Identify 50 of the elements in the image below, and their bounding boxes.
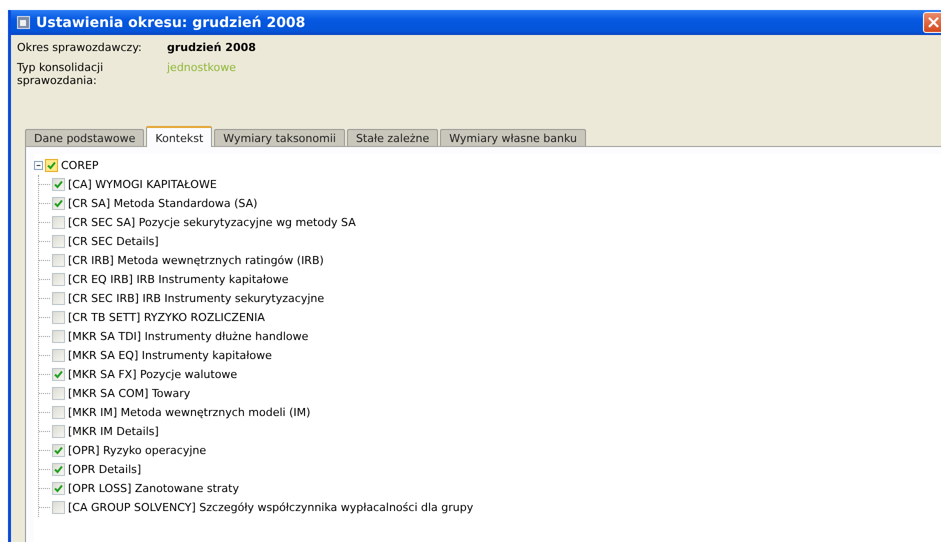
checkbox[interactable] <box>52 254 65 267</box>
checkbox[interactable] <box>52 463 65 476</box>
tree-item[interactable]: [CA GROUP SOLVENCY] Szczegóły współczynnika wypłacalności dla grupy <box>68 501 474 514</box>
field-value: grudzień 2008 <box>167 41 257 54</box>
tree-item[interactable]: [MKR IM Details] <box>68 425 159 438</box>
tab[interactable]: Dane podstawowe <box>25 129 144 146</box>
tree-item[interactable]: COREP <box>61 159 99 172</box>
checkbox[interactable] <box>52 235 65 248</box>
tree-item[interactable]: [CR IRB] Metoda wewnętrznych ratingów (IRB) <box>68 254 324 267</box>
tree-item[interactable]: [MKR IM] Metoda wewnętrznych modeli (IM) <box>68 406 310 419</box>
window-title: Ustawienia okresu: grudzień 2008 <box>36 14 306 30</box>
tree-item[interactable]: [OPR LOSS] Zanotowane straty <box>68 482 239 495</box>
collapse-icon[interactable] <box>34 161 43 170</box>
tab[interactable]: Wymiary własne banku <box>440 129 586 146</box>
checkbox[interactable] <box>52 501 65 514</box>
checkbox[interactable] <box>52 387 65 400</box>
tree-item[interactable]: [MKR SA COM] Towary <box>68 387 190 400</box>
tree-item[interactable]: [MKR SA EQ] Instrumenty kapitałowe <box>68 349 272 362</box>
tree-item[interactable]: [MKR SA TDI] Instrumenty dłużne handlowe <box>68 330 308 343</box>
checkbox[interactable] <box>52 197 65 210</box>
checkbox[interactable] <box>52 292 65 305</box>
tree-item[interactable]: [MKR SA FX] Pozycje walutowe <box>68 368 238 381</box>
tree-item[interactable]: [OPR] Ryzyko operacyjne <box>68 444 206 457</box>
checkbox[interactable] <box>52 311 65 324</box>
checkbox[interactable] <box>52 406 65 419</box>
tree-item[interactable]: [CA] WYMOGI KAPITAŁOWE <box>68 178 217 191</box>
tree-item[interactable]: [CR TB SETT] RYZYKO ROZLICZENIA <box>68 311 265 324</box>
checkbox[interactable] <box>52 349 65 362</box>
checkbox[interactable] <box>52 425 65 438</box>
checkbox[interactable] <box>52 273 65 286</box>
field-label: Typ konsolidacji sprawozdania: <box>17 61 104 87</box>
checkbox[interactable] <box>45 159 58 172</box>
field-label: Okres sprawozdawczy: <box>17 41 143 54</box>
tab[interactable]: Kontekst <box>146 126 212 147</box>
checkbox[interactable] <box>52 216 65 229</box>
checkbox[interactable] <box>52 368 65 381</box>
tab[interactable]: Stałe zależne <box>346 129 438 146</box>
tab[interactable]: Wymiary taksonomii <box>214 129 345 146</box>
tree-item[interactable]: [CR SA] Metoda Standardowa (SA) <box>68 197 258 210</box>
field-value: jednostkowe <box>167 61 238 76</box>
tree-item[interactable]: [CR SEC Details] <box>68 235 159 248</box>
tree-item[interactable]: [CR SEC IRB] IRB Instrumenty sekurytyzacyjne <box>68 292 324 305</box>
checkbox[interactable] <box>52 330 65 343</box>
checkbox[interactable] <box>52 482 65 495</box>
app-icon <box>17 16 30 29</box>
tree-item[interactable]: [OPR Details] <box>68 463 142 476</box>
tree-item[interactable]: [CR SEC SA] Pozycje sekurytyzacyjne wg metody SA <box>68 216 356 229</box>
checkbox[interactable] <box>52 178 65 191</box>
tree-item[interactable]: [CR EQ IRB] IRB Instrumenty kapitałowe <box>68 273 289 286</box>
checkbox[interactable] <box>52 444 65 457</box>
